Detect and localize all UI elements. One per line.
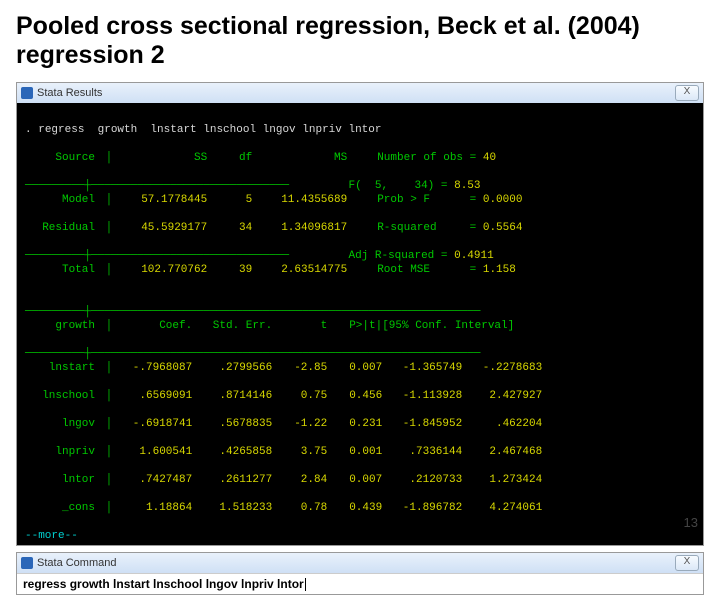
results-terminal: . regress growth lnstart lnschool lngov … [17, 103, 703, 545]
coef-r3-hi: 2.467468 [462, 445, 542, 459]
coef-r1-hi: 2.427927 [462, 389, 542, 403]
anova-total-ms: 2.63514775 [252, 263, 347, 277]
anova-resid-df: 34 [207, 221, 252, 235]
anova-h-df: df [207, 151, 252, 165]
anova-model: Model [25, 193, 99, 207]
coef-r3-t: 3.75 [272, 445, 327, 459]
anova-total-df: 39 [207, 263, 252, 277]
anova-total: Total [25, 263, 99, 277]
coef-r5-n: _cons [25, 501, 99, 515]
close-icon[interactable]: X [675, 85, 699, 101]
anova-h-ms: MS [252, 151, 347, 165]
close-icon[interactable]: X [675, 555, 699, 571]
coef-h-dep: growth [25, 319, 99, 333]
coef-h-coef: Coef. [112, 319, 192, 333]
coef-r1-s: .8714146 [192, 389, 272, 403]
stat-f-v: 8.53 [454, 180, 480, 192]
coef-r3-lo: .7336144 [382, 445, 462, 459]
prompt-dot: . [25, 124, 32, 136]
slide-title: Pooled cross sectional regression, Beck … [16, 12, 704, 70]
stata-icon [21, 87, 33, 99]
command-titlebar: Stata Command X [17, 553, 703, 573]
coef-r2-lo: -1.845952 [382, 417, 462, 431]
coef-h-t: t [272, 319, 327, 333]
coef-r3-c: 1.600541 [112, 445, 192, 459]
coef-r2-p: 0.231 [327, 417, 382, 431]
coef-r0-c: -.7968087 [112, 361, 192, 375]
results-title: Stata Results [37, 87, 102, 99]
stat-r2-l: R-squared = [377, 222, 476, 234]
anova-total-ss: 102.770762 [112, 263, 207, 277]
command-text: regress growth lnstart lnschool lngov ln… [23, 577, 304, 591]
command-echo: regress growth lnstart lnschool lngov ln… [38, 124, 381, 136]
coef-r2-c: -.6918741 [112, 417, 192, 431]
hrule: ─────────┼──────────────────────────────… [25, 348, 480, 360]
coef-r1-c: .6569091 [112, 389, 192, 403]
stat-ar2-v: 0.4911 [454, 250, 494, 262]
coef-r1-n: lnschool [25, 389, 99, 403]
coef-r2-hi: .462204 [462, 417, 542, 431]
coef-r4-n: lntor [25, 473, 99, 487]
coef-r4-s: .2611277 [192, 473, 272, 487]
page-number: 13 [684, 515, 698, 530]
coef-h-ci: [95% Conf. Interval] [382, 319, 514, 333]
stata-command-window: Stata Command X regress growth lnstart l… [16, 552, 704, 595]
coef-r5-t: 0.78 [272, 501, 327, 515]
results-titlebar: Stata Results X [17, 83, 703, 103]
command-input[interactable]: regress growth lnstart lnschool lngov ln… [17, 573, 703, 594]
command-title: Stata Command [37, 557, 116, 569]
anova-model-ms: 11.4355689 [252, 193, 347, 207]
coef-r1-lo: -1.113928 [382, 389, 462, 403]
stat-f-l: F( 5, 34) = [348, 180, 447, 192]
anova-resid-ss: 45.5929177 [112, 221, 207, 235]
anova-model-df: 5 [207, 193, 252, 207]
coef-r4-p: 0.007 [327, 473, 382, 487]
anova-h-source: Source [25, 151, 99, 165]
anova-resid-ms: 1.34096817 [252, 221, 347, 235]
coef-r0-n: lnstart [25, 361, 99, 375]
stat-rmse-l: Root MSE = [377, 264, 476, 276]
stat-pf-v: 0.0000 [483, 194, 523, 206]
coef-r2-n: lngov [25, 417, 99, 431]
coef-r5-s: 1.518233 [192, 501, 272, 515]
anova-h-ss: SS [112, 151, 207, 165]
anova-model-ss: 57.1778445 [112, 193, 207, 207]
stat-rmse-v: 1.158 [483, 264, 516, 276]
hrule: ─────────┼────────────────────────────── [25, 180, 289, 192]
coef-r5-lo: -1.896782 [382, 501, 462, 515]
coef-r0-t: -2.85 [272, 361, 327, 375]
coef-r4-lo: .2120733 [382, 473, 462, 487]
hrule: ─────────┼──────────────────────────────… [25, 306, 480, 318]
coef-r4-c: .7427487 [112, 473, 192, 487]
hrule: ─────────┼────────────────────────────── [25, 250, 289, 262]
coef-r5-c: 1.18864 [112, 501, 192, 515]
coef-r0-s: .2799566 [192, 361, 272, 375]
stat-nobs-v: 40 [483, 152, 496, 164]
stat-ar2-l: Adj R-squared = [348, 250, 447, 262]
text-cursor [305, 578, 306, 591]
coef-r1-p: 0.456 [327, 389, 382, 403]
coef-r5-p: 0.439 [327, 501, 382, 515]
coef-r3-p: 0.001 [327, 445, 382, 459]
stat-pf-l: Prob > F = [377, 194, 476, 206]
stata-results-window: Stata Results X . regress growth lnstart… [16, 82, 704, 546]
coef-h-se: Std. Err. [192, 319, 272, 333]
coef-r1-t: 0.75 [272, 389, 327, 403]
coef-r5-hi: 4.274061 [462, 501, 542, 515]
anova-resid: Residual [25, 221, 99, 235]
coef-r3-s: .4265858 [192, 445, 272, 459]
stata-icon [21, 557, 33, 569]
coef-r0-hi: -.2278683 [462, 361, 542, 375]
coef-r4-hi: 1.273424 [462, 473, 542, 487]
coef-r0-p: 0.007 [327, 361, 382, 375]
coef-h-p: P>|t| [327, 319, 382, 333]
coef-r3-n: lnpriv [25, 445, 99, 459]
coef-r2-t: -1.22 [272, 417, 327, 431]
stat-r2-v: 0.5564 [483, 222, 523, 234]
coef-r0-lo: -1.365749 [382, 361, 462, 375]
coef-r2-s: .5678835 [192, 417, 272, 431]
stat-nobs-l: Number of obs = [377, 152, 476, 164]
coef-r4-t: 2.84 [272, 473, 327, 487]
